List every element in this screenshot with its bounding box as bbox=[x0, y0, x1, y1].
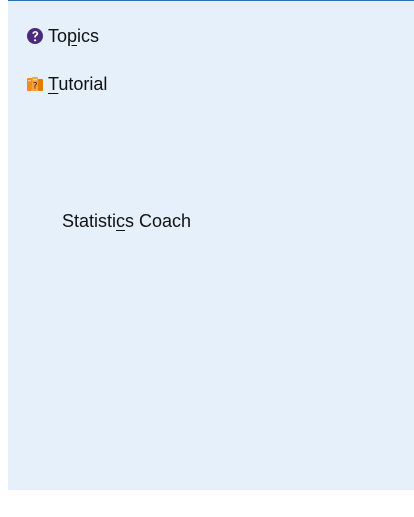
svg-text:?: ? bbox=[33, 81, 38, 91]
question-circle-icon bbox=[26, 27, 44, 45]
tutorial-menu-item[interactable]: ? Tutorial bbox=[26, 73, 107, 95]
tutorial-label: Tutorial bbox=[48, 73, 108, 94]
statistics-coach-item[interactable]: Statistics Coach bbox=[62, 211, 191, 232]
books-help-icon: ? bbox=[26, 75, 44, 93]
topics-label: Topics bbox=[48, 25, 100, 46]
help-menu-panel: Topics ? Tutorial Statistics Coach bbox=[8, 0, 414, 490]
topics-menu-item[interactable]: Topics bbox=[26, 25, 99, 47]
